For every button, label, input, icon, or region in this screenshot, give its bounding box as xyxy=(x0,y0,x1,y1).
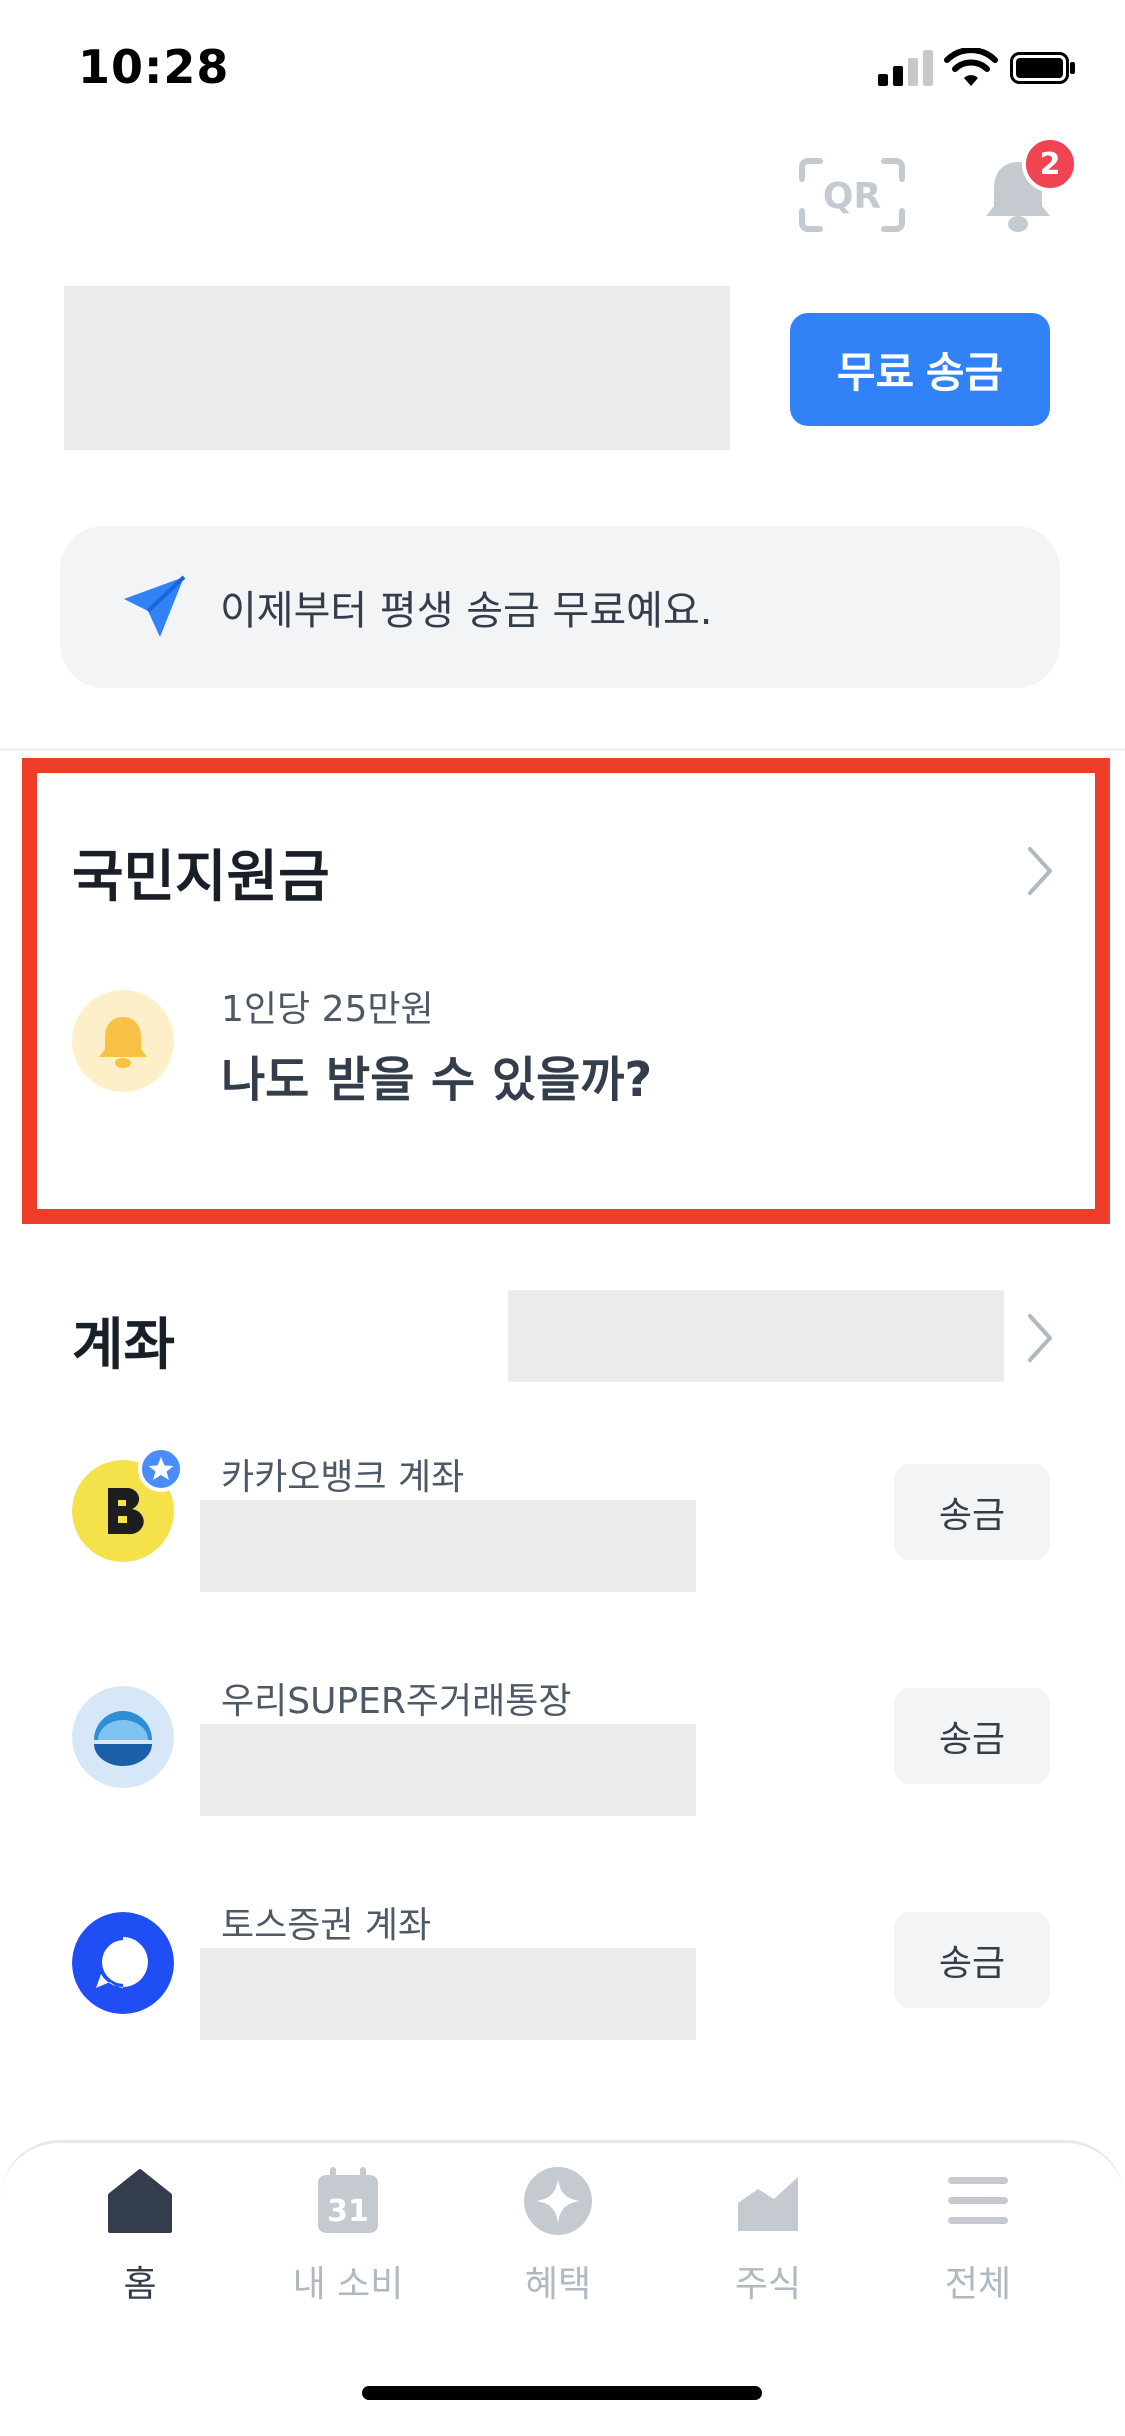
account-row[interactable] xyxy=(72,1686,174,1792)
tab-label: 주식 xyxy=(734,2264,802,2305)
send-button[interactable]: 송금 xyxy=(894,1912,1050,2008)
account-balance-placeholder xyxy=(200,1500,696,1592)
tab-label: 전체 xyxy=(944,2264,1012,2305)
bell-icon xyxy=(99,1017,147,1068)
account-name: 카카오뱅크 계좌 xyxy=(221,1457,465,1498)
signal-icon xyxy=(878,50,933,86)
home-icon xyxy=(108,2169,172,2233)
calendar-icon: 31 xyxy=(318,2167,378,2233)
send-button[interactable]: 송금 xyxy=(894,1688,1050,1784)
tab-spending[interactable]: 31 내 소비 xyxy=(273,2165,423,2307)
tab-home[interactable]: 홈 xyxy=(65,2165,215,2307)
svg-text:31: 31 xyxy=(327,2194,369,2229)
support-fund-card[interactable] xyxy=(22,758,1110,1224)
status-time: 10:28 xyxy=(78,40,230,94)
wifi-icon xyxy=(944,48,998,86)
account-name: 우리SUPER주거래통장 xyxy=(221,1681,572,1722)
woori-bank-logo-icon xyxy=(72,1686,174,1788)
chart-icon xyxy=(738,2177,798,2231)
account-balance-placeholder xyxy=(200,1948,696,2040)
sparkle-icon xyxy=(524,2167,592,2235)
home-indicator[interactable] xyxy=(362,2386,762,2400)
star-badge-icon xyxy=(138,1446,184,1492)
qr-button[interactable]: QR xyxy=(798,157,906,233)
account-name: 토스증권 계좌 xyxy=(221,1905,432,1946)
tab-label: 혜택 xyxy=(524,2264,592,2305)
notification-badge: 2 xyxy=(1022,136,1078,192)
accounts-title: 계좌 xyxy=(72,1313,176,1378)
tab-label: 내 소비 xyxy=(292,2264,404,2305)
account-row[interactable] xyxy=(72,1912,174,2018)
chevron-right-icon[interactable] xyxy=(1024,845,1056,897)
tab-all[interactable]: 전체 xyxy=(903,2165,1053,2307)
svg-text:QR: QR xyxy=(823,176,881,217)
account-balance-placeholder xyxy=(200,1724,696,1816)
support-bell-avatar xyxy=(72,990,174,1092)
promo-text: 이제부터 평생 송금 무료예요. xyxy=(220,588,713,634)
support-caption: 1인당 25만원 xyxy=(221,989,434,1030)
support-question: 나도 받을 수 있을까? xyxy=(221,1052,653,1108)
accounts-total-placeholder xyxy=(508,1290,1004,1382)
promo-banner[interactable]: 이제부터 평생 송금 무료예요. xyxy=(60,526,1060,688)
tab-label: 홈 xyxy=(123,2264,157,2305)
tab-stocks[interactable]: 주식 xyxy=(693,2165,843,2307)
send-button[interactable]: 송금 xyxy=(894,1464,1050,1560)
tab-benefits[interactable]: 혜택 xyxy=(483,2165,633,2307)
battery-icon xyxy=(1010,52,1075,84)
chevron-right-icon[interactable] xyxy=(1024,1312,1056,1364)
section-divider xyxy=(0,748,1125,751)
toss-securities-logo-icon xyxy=(72,1912,174,2014)
support-title: 국민지원금 xyxy=(72,845,330,910)
qr-icon: QR xyxy=(799,158,905,232)
menu-icon xyxy=(948,2177,1008,2224)
paper-plane-icon xyxy=(124,575,186,637)
free-transfer-button[interactable]: 무료 송금 xyxy=(790,313,1050,426)
balance-placeholder xyxy=(64,286,730,450)
